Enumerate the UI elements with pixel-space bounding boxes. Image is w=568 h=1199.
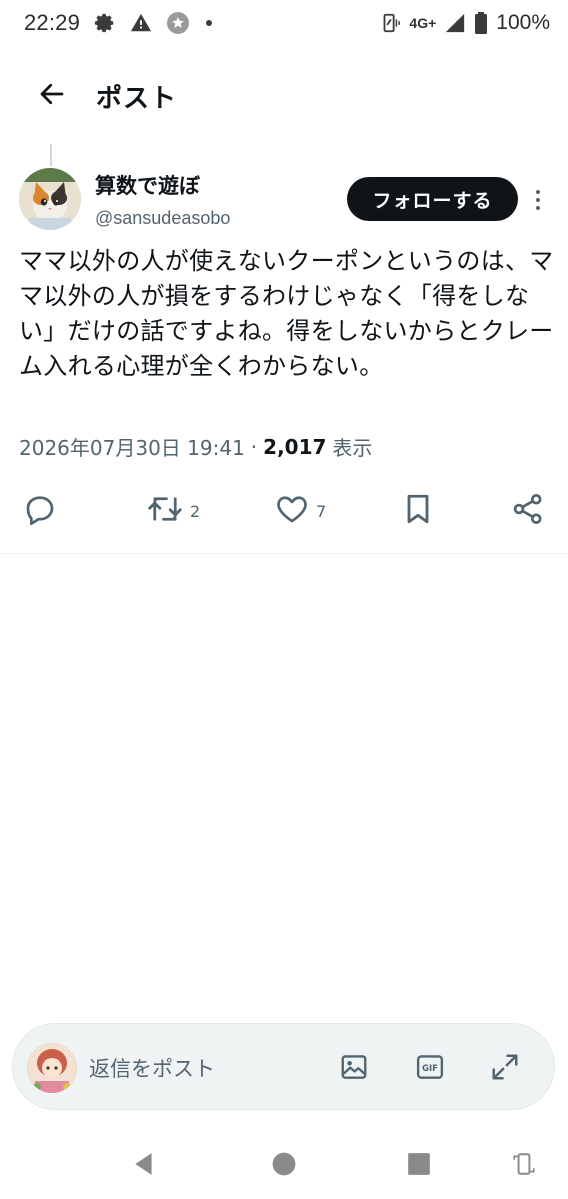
battery-percent: 100% xyxy=(496,11,550,34)
more-dot xyxy=(536,190,540,194)
post-actions: 2 7 xyxy=(0,488,568,534)
view-count[interactable]: 2,017 xyxy=(263,435,326,459)
rotate-button[interactable] xyxy=(504,1146,544,1186)
top-app-bar: ポスト xyxy=(0,70,568,126)
retweet-count: 2 xyxy=(190,501,201,521)
more-dot xyxy=(536,206,540,210)
like-button[interactable]: 7 xyxy=(274,488,326,534)
warning-icon xyxy=(130,12,152,34)
nav-recents-icon xyxy=(406,1151,432,1181)
share-icon xyxy=(510,491,546,531)
post-text: ママ以外の人が使えないクーポンというのは、ママ以外の人が損をするわけじゃなく「得… xyxy=(19,247,554,380)
network-type: 4G+ xyxy=(409,15,437,31)
like-count: 7 xyxy=(316,501,327,521)
post-timestamp[interactable]: 2026年07月30日 19:41 xyxy=(19,432,245,461)
nav-home-icon xyxy=(271,1151,297,1181)
user-avatar-image xyxy=(27,1043,77,1093)
gif-icon[interactable]: GIF xyxy=(413,1050,447,1084)
reply-button[interactable] xyxy=(22,488,58,534)
share-button[interactable] xyxy=(510,488,546,534)
status-bar: 22:29 4G+ 100% xyxy=(0,0,568,46)
system-nav-bar xyxy=(0,1130,568,1199)
retweet-icon xyxy=(146,491,184,531)
cat-avatar-image xyxy=(19,168,81,230)
page-title: ポスト xyxy=(96,84,178,114)
post-meta: 2026年07月30日 19:41 · 2,017 表示 xyxy=(19,432,372,461)
thread-line xyxy=(50,144,52,166)
more-dot xyxy=(536,198,540,202)
expand-icon[interactable] xyxy=(488,1050,522,1084)
star-badge-icon xyxy=(166,11,190,35)
rotate-icon xyxy=(511,1151,537,1181)
dot-icon xyxy=(204,18,214,28)
arrow-left-icon xyxy=(37,79,67,113)
nav-home-button[interactable] xyxy=(264,1146,304,1186)
signal-icon xyxy=(444,12,466,34)
gif-label: GIF xyxy=(422,1064,438,1074)
vibrate-icon xyxy=(379,12,401,34)
bookmark-icon xyxy=(400,491,436,531)
reply-input[interactable]: 返信をポスト xyxy=(89,1053,215,1083)
author-avatar[interactable] xyxy=(19,168,81,230)
user-avatar xyxy=(27,1043,77,1093)
more-options-button[interactable] xyxy=(528,184,548,216)
back-button[interactable] xyxy=(32,76,72,116)
author-handle[interactable]: @sansudeasobo xyxy=(95,208,230,229)
image-icon[interactable] xyxy=(337,1050,371,1084)
battery-icon xyxy=(474,11,488,35)
nav-back-button[interactable] xyxy=(124,1146,164,1186)
follow-button[interactable]: フォローする xyxy=(347,177,518,221)
nav-back-icon xyxy=(131,1151,157,1181)
reply-icon xyxy=(22,491,58,531)
reply-composer-bar[interactable]: 返信をポスト GIF xyxy=(12,1023,555,1110)
retweet-button[interactable]: 2 xyxy=(146,488,200,534)
heart-icon xyxy=(274,491,310,531)
meta-separator: · xyxy=(250,434,258,459)
nav-recents-button[interactable] xyxy=(399,1146,439,1186)
view-label: 表示 xyxy=(332,436,373,460)
author-display-name[interactable]: 算数で遊ぼ xyxy=(95,170,200,200)
divider xyxy=(0,553,568,554)
gear-icon xyxy=(94,12,116,34)
status-time: 22:29 xyxy=(24,10,81,35)
bookmark-button[interactable] xyxy=(400,488,436,534)
